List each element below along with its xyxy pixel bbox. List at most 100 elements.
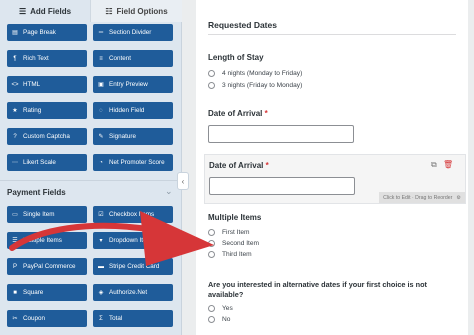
tab-field-options-label: Field Options <box>116 6 168 16</box>
field-button-html[interactable]: <> HTML <box>7 76 87 93</box>
field-button-page-break[interactable]: ▤ Page Break <box>7 24 87 41</box>
field-button-hidden-field[interactable]: ◌ Hidden Field <box>93 102 173 119</box>
date-of-arrival-input[interactable] <box>208 125 354 143</box>
field-label-text: Date of Arrival <box>208 109 263 118</box>
radio-option-label: Yes <box>222 305 233 312</box>
radio-option-label: 4 nights (Monday to Friday) <box>222 70 303 77</box>
field-button-label: Entry Preview <box>109 81 148 88</box>
form-preview-area: Requested Dates Length of Stay 4 nights … <box>190 0 474 335</box>
likert-icon: ⋯ <box>12 160 18 166</box>
radio-option-label: Third Item <box>222 251 252 258</box>
chevron-left-icon: ‹ <box>181 176 185 186</box>
field-button-label: Page Break <box>23 29 56 36</box>
selected-field-date-of-arrival[interactable]: Date of Arrival * ⧉ 🗑 Click to Edit · Dr… <box>204 154 466 204</box>
field-button-label: Rating <box>23 107 42 114</box>
page-break-icon: ▤ <box>12 30 18 36</box>
content-icon: ≡ <box>99 55 103 62</box>
radio-button[interactable] <box>208 305 215 312</box>
multiple-items-label: Multiple Items <box>208 213 262 222</box>
field-button-total[interactable]: Σ Total <box>93 310 173 327</box>
panel-tabs: ☰ Add Fields ☷ Field Options <box>0 0 182 22</box>
field-button-checkbox-items[interactable]: ☑ Checkbox Items <box>93 206 173 223</box>
field-button-single-item[interactable]: ▭ Single Item <box>7 206 87 223</box>
field-button-rich-text[interactable]: ¶ Rich Text <box>7 50 87 67</box>
radio-button[interactable] <box>208 251 215 258</box>
drag-hint-text: Click to Edit · Drag to Reorder <box>383 194 453 201</box>
coupon-icon: ✂ <box>12 316 18 322</box>
field-button-section-divider[interactable]: ═ Section Divider <box>93 24 173 41</box>
field-button-signature[interactable]: ✎ Signature <box>93 128 173 145</box>
field-button-paypal-commerce[interactable]: P PayPal Commerce <box>7 258 87 275</box>
gear-icon[interactable]: ⚙ <box>456 195 461 201</box>
field-button-label: PayPal Commerce <box>23 263 76 270</box>
date-of-arrival-label: Date of Arrival * <box>208 109 268 118</box>
field-button-likert-scale[interactable]: ⋯ Likert Scale <box>7 154 87 171</box>
divider-icon: ═ <box>98 29 104 36</box>
field-button-label: Signature <box>109 133 136 140</box>
field-button-label: Single Item <box>23 211 55 218</box>
field-button-stripe-credit-card[interactable]: ▬ Stripe Credit Card <box>93 258 173 275</box>
captcha-icon: ? <box>13 133 17 140</box>
field-button-label: Content <box>109 55 132 62</box>
eye-slash-icon: ◌ <box>99 107 103 114</box>
field-button-multiple-items[interactable]: ☰ Multiple Items <box>7 232 87 249</box>
form-canvas: Requested Dates Length of Stay 4 nights … <box>196 0 468 335</box>
field-button-authorize-net[interactable]: ◈ Authorize.Net <box>93 284 173 301</box>
field-button-label: Checkbox Items <box>109 211 155 218</box>
field-button-rating[interactable]: ★ Rating <box>7 102 87 119</box>
code-icon: <> <box>11 81 19 88</box>
radio-option-label: First Item <box>222 229 250 236</box>
list-icon: ☰ <box>12 238 18 244</box>
gauge-icon: ◔ <box>99 159 103 166</box>
section-divider <box>208 34 456 35</box>
rich-text-icon: ¶ <box>13 55 17 62</box>
total-icon: Σ <box>99 315 103 322</box>
field-button-dropdown-items[interactable]: ▾ Dropdown Items <box>93 232 173 249</box>
date-of-arrival-input[interactable] <box>209 177 355 195</box>
date-of-arrival-label: Date of Arrival * <box>209 161 269 170</box>
fields-panel: ☰ Add Fields ☷ Field Options ▤ Page Break… <box>0 0 182 335</box>
authorize-icon: ◈ <box>98 290 104 296</box>
field-button-label: Total <box>109 315 123 322</box>
field-button-label: Multiple Items <box>23 237 62 244</box>
chevron-down-icon[interactable]: ⌄ <box>165 186 173 197</box>
checkbox-icon: ☑ <box>98 212 104 218</box>
length-of-stay-label: Length of Stay <box>208 53 264 62</box>
tab-add-fields-label: Add Fields <box>30 6 72 16</box>
duplicate-icon[interactable]: ⧉ <box>431 160 437 170</box>
required-mark: * <box>265 161 269 170</box>
field-button-coupon[interactable]: ✂ Coupon <box>7 310 87 327</box>
field-button-net-promoter-score[interactable]: ◔ Net Promoter Score <box>93 154 173 171</box>
radio-button[interactable] <box>208 316 215 323</box>
field-button-label: Stripe Credit Card <box>109 263 160 270</box>
field-button-label: Square <box>23 289 44 296</box>
field-button-square[interactable]: ■ Square <box>7 284 87 301</box>
alt-dates-question-label: Are you interested in alternative dates … <box>208 280 427 299</box>
list-icon: ☰ <box>18 6 27 16</box>
section-divider-line <box>0 180 182 181</box>
radio-button[interactable] <box>208 82 215 89</box>
payment-fields-heading[interactable]: Payment Fields <box>7 188 66 197</box>
field-button-label: Hidden Field <box>109 107 145 114</box>
field-button-custom-captcha[interactable]: ? Custom Captcha <box>7 128 87 145</box>
dropdown-icon: ▾ <box>99 238 103 244</box>
trash-icon[interactable]: 🗑 <box>443 160 453 169</box>
preview-icon: ▣ <box>98 82 104 88</box>
credit-card-icon: ▬ <box>98 263 104 270</box>
tab-add-fields[interactable]: ☰ Add Fields <box>0 0 90 22</box>
field-button-entry-preview[interactable]: ▣ Entry Preview <box>93 76 173 93</box>
paypal-icon: P <box>12 263 17 270</box>
square-icon: ■ <box>13 289 17 296</box>
star-icon: ★ <box>12 108 18 114</box>
radio-button[interactable] <box>208 70 215 77</box>
sliders-icon: ☷ <box>105 6 113 16</box>
file-icon: ▭ <box>12 212 18 218</box>
radio-button[interactable] <box>208 240 215 247</box>
collapse-panel-button[interactable]: ‹ <box>177 172 189 190</box>
field-button-content[interactable]: ≡ Content <box>93 50 173 67</box>
field-button-label: Net Promoter Score <box>109 159 165 166</box>
pen-icon: ✎ <box>98 134 104 140</box>
field-button-label: Coupon <box>23 315 46 322</box>
radio-button[interactable] <box>208 229 215 236</box>
tab-field-options[interactable]: ☷ Field Options <box>90 0 182 22</box>
